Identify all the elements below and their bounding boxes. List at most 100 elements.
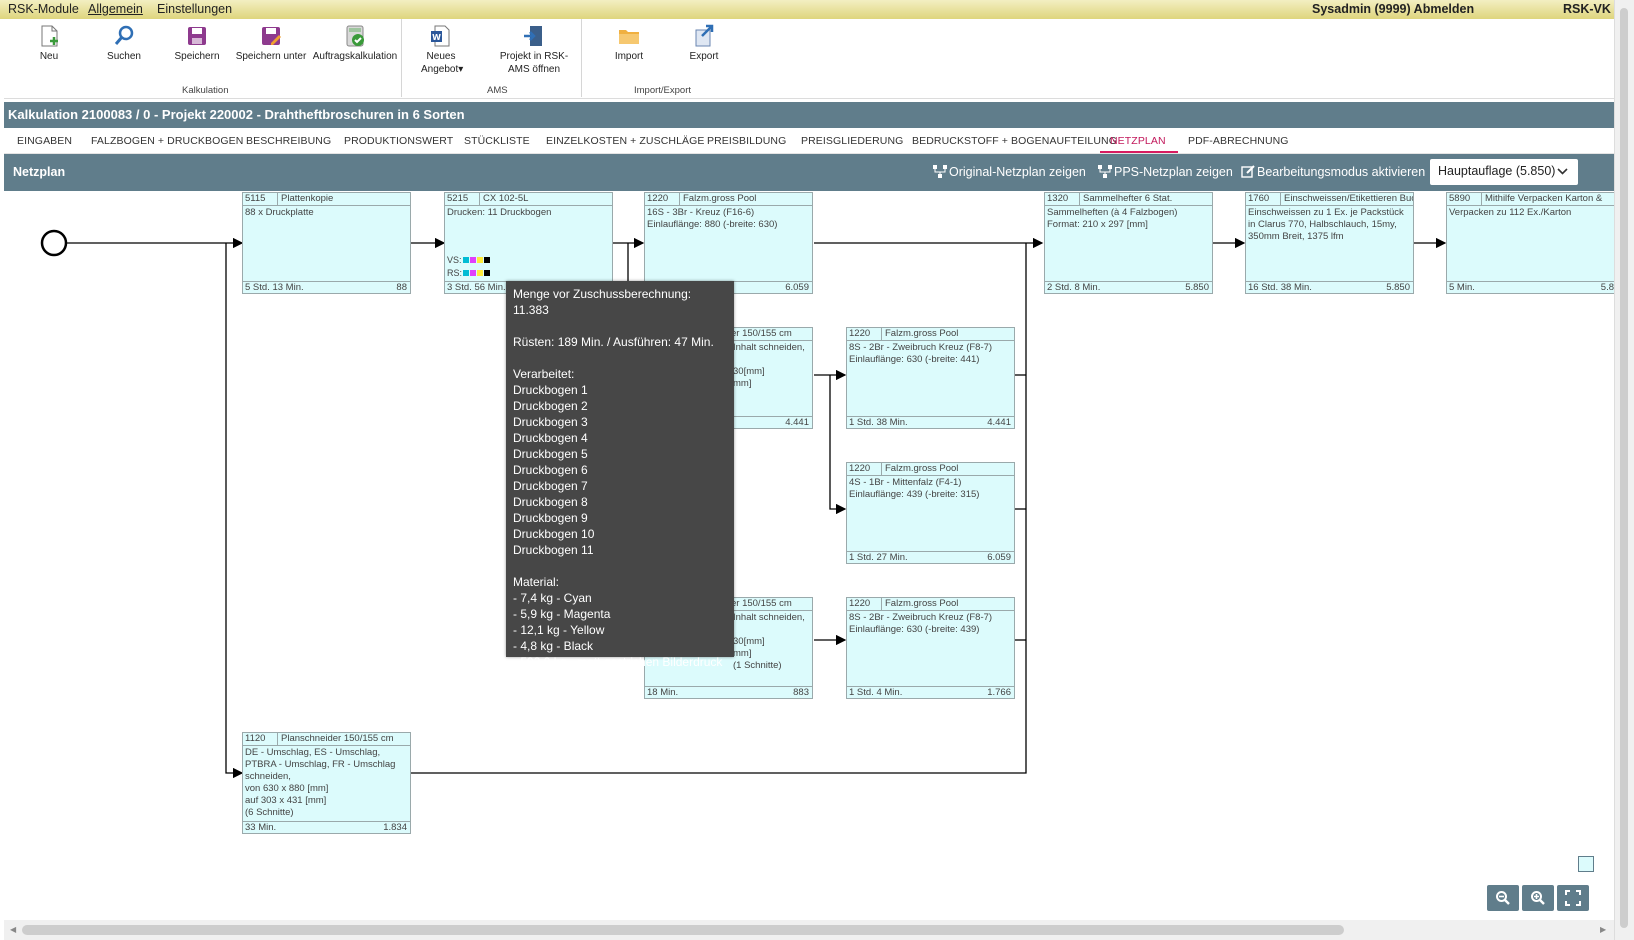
node-code: 1220	[849, 598, 871, 609]
tooltip-line: - 5,9 kg - Magenta	[513, 607, 611, 621]
process-node[interactable]: 1220 Falzm.gross Pool 8S - 2Br - Zweibruc…	[846, 327, 1015, 429]
tooltip-line: Druckbogen 8	[513, 495, 588, 509]
node-quantity: 5.8	[1600, 282, 1614, 293]
tab-beschreibung[interactable]: BESCHREIBUNG	[246, 135, 331, 147]
save-as-icon	[262, 27, 281, 45]
tooltip-line: Material:	[513, 575, 560, 589]
netzplan-header: Netzplan Original-Netzplan zeigen PPS-Ne…	[4, 154, 1614, 191]
netzplan-canvas[interactable]: 5115 Plattenkopie 88 x Druckplatte 5 Std.…	[4, 191, 1614, 920]
process-node[interactable]: 5115 Plattenkopie 88 x Druckplatte 5 Std.…	[242, 192, 411, 294]
save-as-button[interactable]: Speichern unter	[234, 24, 308, 63]
node-duration: 16 Std. 38 Min.	[1248, 282, 1312, 293]
open-ams-button[interactable]: Projekt in RSK-AMS öffnen	[486, 24, 582, 76]
minimap-toggle[interactable]	[1578, 856, 1594, 872]
process-node[interactable]: 1220 Falzm.gross Pool 4S - 1Br - Mittenfa…	[846, 462, 1015, 564]
process-node[interactable]: 5890 Mithilfe Verpacken Karton & Verpacke…	[1446, 192, 1614, 294]
front-side-colors: VS:	[447, 254, 490, 266]
edition-select[interactable]: Hauptauflage (5.850)	[1430, 159, 1578, 185]
tab-eingaben[interactable]: EINGABEN	[17, 135, 72, 147]
tooltip-line: Druckbogen 6	[513, 463, 588, 477]
node-description: 16S - 3Br - Kreuz (F16-6) Einlauflänge: …	[647, 207, 778, 230]
horizontal-scrollbar[interactable]: ◀ ▶	[4, 920, 1614, 940]
brand-label: RSK-VK	[1563, 2, 1611, 16]
node-machine: Falzm.gross Pool	[881, 328, 958, 340]
tab-preisgliederung[interactable]: PREISGLIEDERUNG	[801, 135, 903, 147]
back-side-label: RS:	[447, 268, 463, 278]
new-button[interactable]: Neu	[24, 24, 74, 63]
scroll-right-icon[interactable]: ▶	[1600, 925, 1606, 934]
process-node[interactable]: 1320 Sammelhefter 6 Stat. Sammelheften (à…	[1044, 192, 1213, 294]
tab-einzelkosten-zuschlaege[interactable]: EINZELKOSTEN + ZUSCHLÄGE	[546, 135, 704, 147]
node-description: Sammelheften (à 4 Falzbogen) Format: 210…	[1047, 207, 1178, 230]
menu-allgemein[interactable]: Allgemein	[88, 2, 143, 16]
vertical-scroll-thumb[interactable]	[1620, 8, 1628, 928]
tab-falzbogen-druckbogen[interactable]: FALZBOGEN + DRUCKBOGEN	[91, 135, 243, 147]
node-quantity: 1.766	[987, 687, 1011, 698]
search-button[interactable]: Suchen	[99, 24, 149, 63]
tooltip-spacer	[513, 318, 727, 334]
save-disk-icon	[188, 27, 206, 45]
fullscreen-button[interactable]	[1557, 885, 1589, 911]
open-ams-label: Projekt in RSK-AMS öffnen	[499, 51, 569, 75]
import-button[interactable]: Import	[604, 24, 654, 63]
zoom-out-button[interactable]	[1487, 885, 1519, 911]
page-title: Kalkulation 2100083 / 0 - Projekt 220002…	[4, 102, 1614, 128]
node-quantity: 4.441	[785, 417, 809, 428]
show-pps-netzplan-button[interactable]: PPS-Netzplan zeigen	[1098, 165, 1233, 179]
new-offer-button[interactable]: W Neues Angebot▾	[416, 24, 466, 76]
process-node[interactable]: 5215 CX 102-5L Drucken: 11 Druckbogen VS:…	[444, 192, 613, 294]
node-quantity: 883	[793, 687, 809, 698]
new-document-icon	[41, 25, 58, 47]
node-machine: er 150/155 cm	[731, 328, 792, 339]
show-original-netzplan-button[interactable]: Original-Netzplan zeigen	[933, 165, 1086, 179]
node-description: 4S - 1Br - Mittenfalz (F4-1) Einlaufläng…	[849, 477, 980, 500]
node-machine: Einschweissen/Etikettieren Buch	[1280, 193, 1413, 205]
zoom-in-button[interactable]	[1522, 885, 1554, 911]
save-button[interactable]: Speichern	[172, 24, 222, 63]
tooltip-line: Druckbogen 11	[513, 543, 594, 557]
node-duration: 33 Min.	[245, 822, 277, 833]
network-icon	[1098, 165, 1112, 178]
horizontal-scroll-thumb[interactable]	[22, 925, 1344, 935]
process-node[interactable]: 1220 Falzm.gross Pool 16S - 3Br - Kreuz (…	[644, 192, 813, 294]
active-tab-indicator	[1100, 151, 1178, 153]
open-project-icon	[524, 26, 542, 46]
tooltip-line: - 7,4 kg - Cyan	[513, 591, 592, 605]
node-machine: Falzm.gross Pool	[679, 193, 756, 205]
node-machine: Planschneider 150/155 cm	[277, 733, 394, 745]
app-window: RSK-Module Allgemein Einstellungen Sysad…	[0, 0, 1634, 940]
tab-bedruckstoff-bogenaufteilung[interactable]: BEDRUCKSTOFF + BOGENAUFTEILUNG	[912, 135, 1117, 147]
node-machine: Mithilfe Verpacken Karton &	[1481, 193, 1602, 205]
menu-rsk-module[interactable]: RSK-Module	[8, 2, 79, 16]
node-description: Einschweissen zu 1 Ex. je Packstück in C…	[1248, 207, 1404, 242]
node-machine: Sammelhefter 6 Stat.	[1079, 193, 1172, 205]
node-duration: 1 Std. 27 Min.	[849, 552, 908, 563]
start-node-circle	[40, 229, 68, 257]
edit-mode-label: Bearbeitungsmodus aktivieren	[1257, 165, 1426, 179]
export-label: Export	[689, 51, 719, 62]
node-description: Verpacken zu 112 Ex./Karton	[1449, 207, 1572, 218]
order-calc-button[interactable]: Auftragskalkulation	[310, 24, 400, 63]
process-node[interactable]: 1120 Planschneider 150/155 cm DE - Umschl…	[242, 732, 411, 834]
user-logout-link[interactable]: Sysadmin (9999) Abmelden	[1312, 2, 1474, 16]
node-duration: 5 Std. 13 Min.	[245, 282, 304, 293]
tab-preisbildung[interactable]: PREISBILDUNG	[707, 135, 786, 147]
scroll-left-icon[interactable]: ◀	[10, 925, 16, 934]
process-node[interactable]: 1220 Falzm.gross Pool 8S - 2Br - Zweibruc…	[846, 597, 1015, 699]
search-label: Suchen	[107, 51, 141, 62]
node-quantity: 4.441	[987, 417, 1011, 428]
node-quantity: 88	[396, 282, 407, 293]
tab-pdf-abrechnung[interactable]: PDF-ABRECHNUNG	[1188, 135, 1289, 147]
tab-netzplan[interactable]: NETZPLAN	[1110, 135, 1166, 147]
node-duration: 1 Std. 38 Min.	[849, 417, 908, 428]
node-description: 8S - 2Br - Zweibruch Kreuz (F8-7) Einlau…	[849, 342, 993, 365]
tab-stueckliste[interactable]: STÜCKLISTE	[464, 135, 530, 147]
new-label: Neu	[39, 51, 59, 62]
vertical-scrollbar[interactable]	[1614, 0, 1634, 940]
tooltip-line: Druckbogen 5	[513, 447, 588, 461]
process-node[interactable]: 1760 Einschweissen/Etikettieren Buch Eins…	[1245, 192, 1414, 294]
tab-produktionswert[interactable]: PRODUKTIONSWERT	[344, 135, 453, 147]
menu-einstellungen[interactable]: Einstellungen	[157, 2, 232, 16]
export-button[interactable]: Export	[679, 24, 729, 63]
edit-mode-button[interactable]: Bearbeitungsmodus aktivieren	[1241, 165, 1425, 179]
